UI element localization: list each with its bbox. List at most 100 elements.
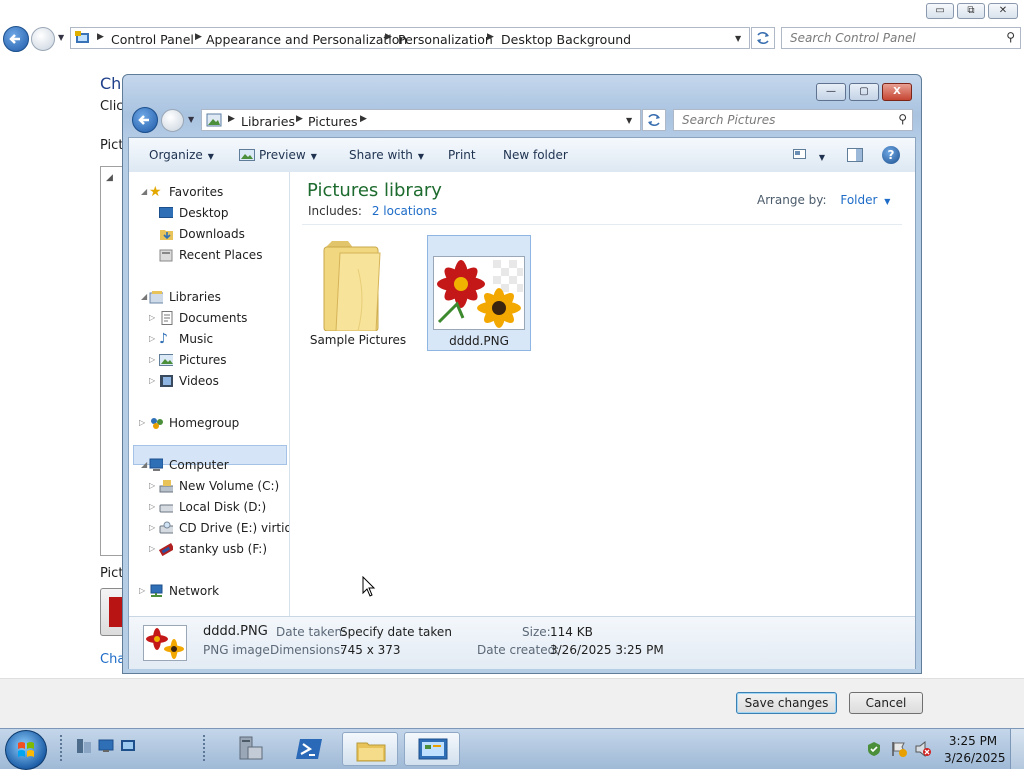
change-view-button[interactable]: ▼ [793, 148, 825, 163]
dialog-back-button[interactable] [132, 107, 158, 133]
security-shield-tray-icon[interactable] [866, 741, 882, 757]
preview-label: Preview [259, 148, 306, 162]
view-icon [793, 149, 806, 159]
cp-minimize-button[interactable]: ▭ [926, 3, 954, 19]
locations-link[interactable]: 2 locations [372, 204, 437, 218]
file-item-sample-pictures[interactable]: Sample Pictures [306, 235, 410, 351]
pictures-icon [159, 354, 173, 366]
file-content-pane: Pictures library Includes: 2 locations A… [290, 172, 915, 616]
cp-close-button[interactable]: ✕ [988, 3, 1018, 19]
cp-instruction-partial: Clic [100, 99, 124, 114]
clock-time[interactable]: 3:25 PM [948, 734, 998, 748]
taskbar-powershell[interactable] [282, 732, 338, 766]
control-panel-icon [75, 31, 89, 43]
refresh-icon [648, 113, 660, 127]
cp-maximize-button[interactable]: ⧉ [957, 3, 985, 19]
folder-icon [323, 241, 381, 331]
dialog-forward-button[interactable] [161, 109, 184, 132]
expand-triangle-icon: ◢ [141, 460, 148, 469]
preview-menu[interactable]: Preview ▼ [239, 148, 317, 162]
toolbar-grip[interactable] [203, 735, 209, 761]
details-size-label: Size: [522, 625, 551, 639]
show-desktop-quicklaunch-icon[interactable] [76, 738, 92, 754]
nav-videos-label: Videos [179, 374, 219, 388]
library-includes: Includes: 2 locations [308, 204, 437, 218]
collapsed-triangle-icon: ▷ [139, 586, 146, 595]
breadcrumb-libraries[interactable]: Libraries [241, 114, 295, 129]
details-date-created-value: 3/26/2025 3:25 PM [550, 643, 664, 657]
search-icon[interactable]: ⚲ [1006, 30, 1015, 44]
taskbar-server-manager[interactable] [222, 732, 278, 766]
cd-drive-icon [159, 521, 173, 534]
image-thumbnail [433, 256, 525, 330]
back-arrow-icon [9, 34, 20, 44]
nav-computer-label: Computer [169, 458, 229, 472]
file-item-dddd-png[interactable]: dddd.PNG [427, 235, 531, 351]
cancel-button[interactable]: Cancel [849, 692, 923, 714]
action-center-flag-tray-icon[interactable] [890, 741, 908, 757]
print-button[interactable]: Print [448, 148, 476, 162]
music-note-icon: ♪ [159, 331, 168, 347]
dialog-minimize-button[interactable]: — [816, 83, 846, 101]
breadcrumb-control-panel[interactable]: Control Panel [111, 32, 194, 47]
dialog-address-dropdown-icon[interactable]: ▼ [626, 116, 632, 125]
dialog-address-box[interactable]: ▶ Libraries ▶ Pictures ▶ ▼ [201, 109, 641, 131]
help-icon[interactable]: ? [882, 146, 900, 164]
window-switcher-quicklaunch-icon[interactable] [120, 738, 136, 754]
documents-icon [161, 311, 173, 325]
cp-search-input[interactable]: Search Control Panel ⚲ [781, 27, 1021, 49]
dialog-refresh-button[interactable] [642, 109, 666, 131]
star-icon: ★ [149, 184, 162, 200]
new-folder-button[interactable]: New folder [503, 148, 568, 162]
share-with-menu[interactable]: Share with ▼ [349, 148, 424, 162]
nav-network-label: Network [169, 584, 220, 598]
dialog-maximize-button[interactable]: ▢ [849, 83, 879, 101]
cp-address-box[interactable]: ▶ Control Panel ▶ Appearance and Persona… [70, 27, 750, 49]
details-date-taken-value[interactable]: Specify date taken [340, 625, 452, 639]
arrange-by-label: Arrange by: [757, 193, 827, 207]
taskbar-control-panel[interactable] [404, 732, 460, 766]
save-changes-button[interactable]: Save changes [736, 692, 837, 714]
breadcrumb-separator: ▶ [487, 32, 494, 42]
windows-logo-icon [18, 742, 34, 757]
position-preview-icon [109, 597, 123, 627]
dialog-address-row: ▼ ▶ Libraries ▶ Pictures ▶ ▼ Search Pict… [129, 105, 915, 135]
nav-music-label: Music [179, 332, 214, 346]
recent-pages-chevron-icon[interactable]: ▼ [58, 33, 64, 42]
back-button[interactable] [3, 26, 29, 52]
library-title: Pictures library [307, 180, 442, 201]
pictures-library-icon [206, 113, 222, 127]
refresh-button[interactable] [751, 27, 775, 49]
powershell-icon [296, 739, 322, 759]
dialog-recent-chevron-icon[interactable]: ▼ [188, 115, 194, 124]
search-icon[interactable]: ⚲ [898, 112, 907, 126]
address-dropdown-icon[interactable]: ▼ [735, 34, 741, 43]
hard-drive-icon [159, 504, 173, 513]
videos-icon [160, 375, 173, 387]
cp-address-bar-row: ▼ ▶ Control Panel ▶ Appearance and Perso… [0, 25, 1024, 53]
desktop-quicklaunch-icon[interactable] [98, 738, 114, 754]
expand-triangle-icon: ◢ [141, 292, 148, 301]
toolbar-grip[interactable] [60, 735, 66, 761]
content-divider [302, 224, 902, 225]
system-drive-icon [159, 480, 173, 493]
dialog-search-input[interactable]: Search Pictures ⚲ [673, 109, 913, 131]
refresh-icon [757, 31, 769, 45]
cp-heading-partial: Ch [100, 74, 122, 93]
breadcrumb-personalization[interactable]: Personalization [398, 32, 493, 47]
preview-pane-button[interactable] [847, 148, 863, 165]
clock-date[interactable]: 3/26/2025 [944, 751, 1006, 765]
forward-button[interactable] [31, 27, 55, 51]
breadcrumb-appearance[interactable]: Appearance and Personalization [206, 32, 407, 47]
organize-menu[interactable]: Organize ▼ [149, 148, 214, 162]
cp-position-dropdown-partial[interactable] [100, 588, 124, 636]
breadcrumb-desktop-background[interactable]: Desktop Background [501, 32, 631, 47]
nav-desktop-label: Desktop [179, 206, 229, 220]
volume-muted-tray-icon[interactable] [914, 741, 932, 757]
dialog-close-button[interactable]: X [882, 83, 912, 101]
show-desktop-button[interactable] [1010, 729, 1024, 769]
taskbar-windows-explorer[interactable] [342, 732, 398, 766]
breadcrumb-pictures[interactable]: Pictures [308, 114, 358, 129]
start-button[interactable] [5, 730, 47, 770]
arrange-by-control[interactable]: Arrange by: Folder ▼ [757, 193, 890, 207]
